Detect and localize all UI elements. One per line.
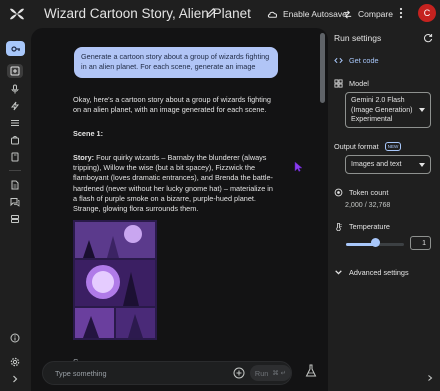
enable-autosave-label: Enable Autosave xyxy=(283,9,347,19)
left-rail xyxy=(0,28,30,391)
model-icon xyxy=(334,79,343,88)
prompt-input-bar[interactable]: Type something Run ⌘ ↵ xyxy=(42,361,292,385)
add-media-icon[interactable] xyxy=(233,367,245,379)
app-logo-icon[interactable] xyxy=(9,6,25,22)
output-format-select[interactable]: Images and text xyxy=(345,155,431,174)
scene-story-text: Story: Four quirky wizards – Barnaby the… xyxy=(73,153,279,214)
key-icon xyxy=(10,45,20,52)
chevron-right-icon xyxy=(13,375,18,383)
generated-comic-image[interactable] xyxy=(73,220,157,340)
temperature-row: Temperature xyxy=(334,222,390,231)
compare-icon xyxy=(343,9,352,19)
chat-panel: Generate a cartoon story about a group o… xyxy=(31,28,328,391)
mic-icon xyxy=(11,84,19,94)
info-button[interactable] xyxy=(7,331,23,345)
storage-button[interactable] xyxy=(7,212,23,226)
user-prompt-bubble[interactable]: Generate a cartoon story about a group o… xyxy=(74,47,278,79)
temperature-input[interactable]: 1 xyxy=(410,236,431,250)
prompt-input[interactable]: Type something xyxy=(55,369,107,378)
scene-heading: Scene 1: xyxy=(73,129,104,138)
story-body: Four quirky wizards – Barnaby the blunde… xyxy=(73,153,273,214)
chevron-down-icon xyxy=(419,108,425,112)
edit-title-icon[interactable] xyxy=(206,7,217,18)
thermometer-icon xyxy=(336,222,342,231)
model-select-value: Gemini 2.0 Flash (Image Generation) Expe… xyxy=(351,96,413,124)
chat-scrollbar[interactable] xyxy=(320,33,325,103)
get-api-key-button[interactable] xyxy=(6,41,25,56)
book-icon xyxy=(11,152,19,162)
run-shortcut: ⌘ ↵ xyxy=(272,370,287,377)
temperature-slider-thumb[interactable] xyxy=(370,238,380,247)
token-count-row: Token count xyxy=(334,188,388,197)
compare-button[interactable]: Compare xyxy=(342,6,393,22)
compare-label: Compare xyxy=(358,9,393,19)
token-count-value: 2,000 / 32,768 xyxy=(345,201,391,209)
code-icon xyxy=(334,57,343,64)
model-intro-text: Okay, here's a cartoon story about a gro… xyxy=(73,95,271,115)
gear-icon xyxy=(10,357,20,367)
token-count-label: Token count xyxy=(349,188,389,197)
prompt-gallery-button[interactable] xyxy=(7,150,23,164)
mouse-cursor-icon xyxy=(294,161,303,172)
expand-rail-button[interactable] xyxy=(7,372,23,386)
token-icon xyxy=(334,188,343,197)
cloud-icon xyxy=(267,11,278,18)
page-title: Wizard Cartoon Story, Alien Planet xyxy=(44,6,251,21)
avatar[interactable]: C xyxy=(418,4,436,22)
bag-icon xyxy=(11,136,19,145)
reset-icon[interactable] xyxy=(423,33,433,43)
run-settings-panel: Run settings Get code Model Gemini 2.0 F… xyxy=(328,28,440,391)
output-format-value: Images and text xyxy=(351,160,402,168)
flask-icon[interactable] xyxy=(305,364,317,378)
get-code-button[interactable]: Get code xyxy=(334,56,379,65)
library-button[interactable] xyxy=(7,133,23,147)
advanced-settings-label: Advanced settings xyxy=(349,268,409,277)
run-label: Run xyxy=(254,368,269,378)
output-format-label-row: Output format NEW xyxy=(334,142,402,151)
advanced-settings-toggle[interactable]: Advanced settings xyxy=(334,268,409,277)
more-vert-icon[interactable] xyxy=(399,7,403,19)
model-label: Model xyxy=(349,79,369,88)
bolt-icon xyxy=(10,101,20,111)
add-chat-icon xyxy=(10,66,20,76)
document-icon xyxy=(11,180,19,190)
settings-button[interactable] xyxy=(7,355,23,369)
starter-apps-button[interactable] xyxy=(7,99,23,113)
rail-divider xyxy=(9,170,21,171)
info-icon xyxy=(10,333,20,343)
output-format-label: Output format xyxy=(334,142,379,151)
story-label: Story: xyxy=(73,153,95,162)
run-button[interactable]: Run ⌘ ↵ xyxy=(250,365,291,381)
tune-button[interactable] xyxy=(7,116,23,130)
forum-button[interactable] xyxy=(7,195,23,209)
chevron-down-icon xyxy=(419,162,425,167)
tune-icon xyxy=(11,120,19,126)
run-settings-title: Run settings xyxy=(334,33,382,43)
top-bar: Wizard Cartoon Story, Alien Planet Enabl… xyxy=(0,0,440,28)
chevron-down-icon xyxy=(335,270,342,275)
stream-button[interactable] xyxy=(7,82,23,96)
database-icon xyxy=(11,215,19,223)
enable-autosave-button[interactable]: Enable Autosave xyxy=(267,6,347,22)
docs-button[interactable] xyxy=(7,178,23,192)
model-label-row: Model xyxy=(334,79,369,88)
create-prompt-button[interactable] xyxy=(7,64,23,78)
model-select[interactable]: Gemini 2.0 Flash (Image Generation) Expe… xyxy=(345,92,431,128)
temperature-label: Temperature xyxy=(349,222,390,231)
get-code-label: Get code xyxy=(349,56,379,65)
new-badge: NEW xyxy=(384,142,402,151)
collapse-panel-chevron-icon[interactable] xyxy=(426,374,434,382)
forum-icon xyxy=(10,198,20,207)
